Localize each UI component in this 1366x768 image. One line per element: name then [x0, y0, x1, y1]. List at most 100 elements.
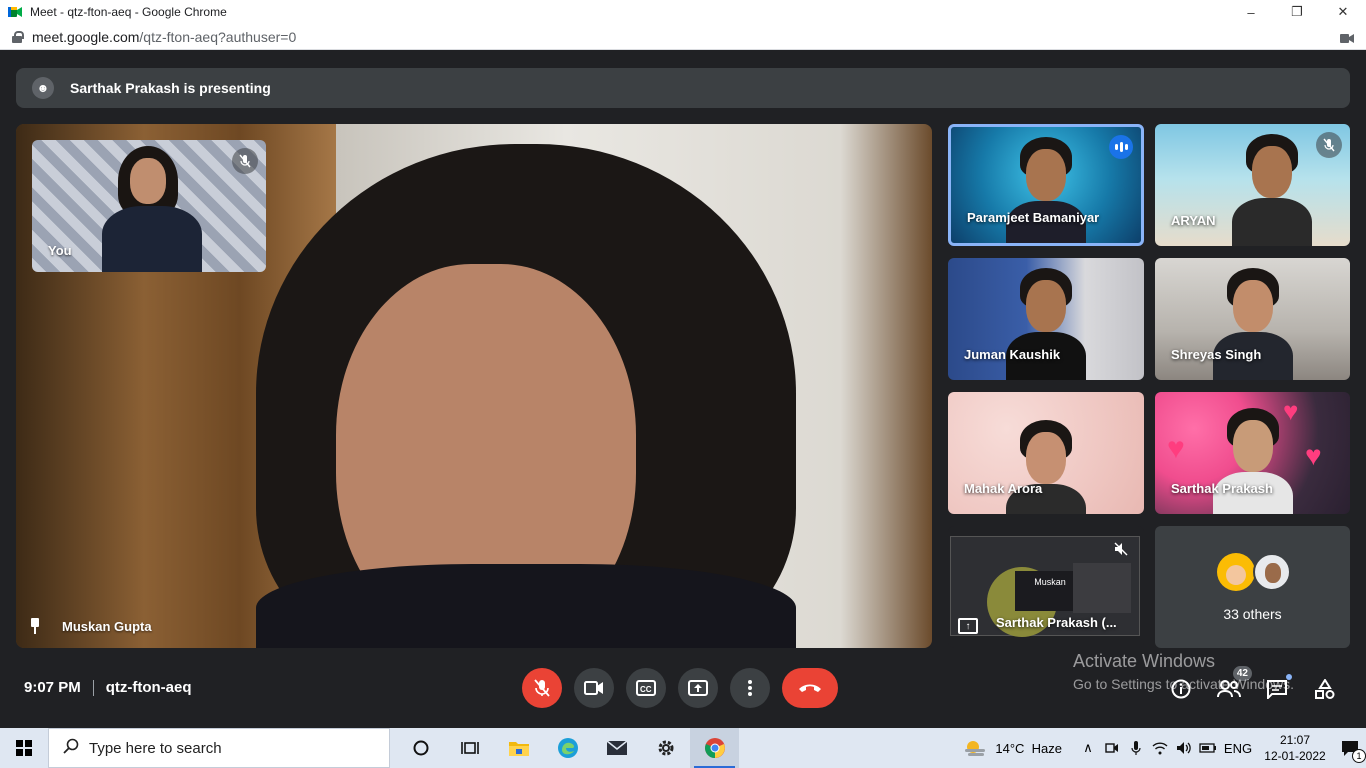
presenting-text: Sarthak Prakash is presenting: [70, 80, 271, 96]
camera-toggle-button[interactable]: [574, 668, 614, 708]
meeting-info: 9:07 PM qtz-fton-aeq: [24, 679, 192, 696]
captions-button[interactable]: CC: [626, 668, 666, 708]
search-placeholder: Type here to search: [89, 739, 222, 757]
search-icon: [63, 738, 79, 758]
participant-tile-mahak[interactable]: Mahak Arora: [948, 392, 1144, 514]
camera-permission-icon[interactable]: [1340, 31, 1354, 43]
chevron-up-icon[interactable]: ∧: [1076, 740, 1100, 756]
url-path: /qtz-fton-aeq?authuser=0: [139, 28, 297, 45]
clock-time: 21:07: [1279, 733, 1311, 747]
notification-center-button[interactable]: 1: [1334, 739, 1366, 763]
mic-muted-icon: [1316, 132, 1342, 158]
present-now-button[interactable]: [678, 668, 718, 708]
presenter-avatar-icon: ☻: [32, 77, 54, 99]
edge-icon: [557, 738, 578, 758]
system-tray: 14°C Haze ∧ ENG 21:07 12-01-2022 1: [963, 728, 1366, 768]
taskbar-clock[interactable]: 21:07 12-01-2022: [1262, 732, 1328, 764]
taskbar-search-box[interactable]: Type here to search: [48, 728, 390, 768]
participant-video: [1006, 135, 1086, 243]
participant-tile-aryan[interactable]: ARYAN: [1155, 124, 1350, 246]
participants-count-badge: 42: [1232, 666, 1252, 681]
mail-button[interactable]: [592, 728, 641, 768]
windows-logo-icon: [16, 740, 32, 756]
weather-haze-icon: [965, 741, 986, 756]
chat-button[interactable]: [1260, 674, 1294, 702]
people-icon: [1217, 680, 1241, 698]
language-indicator[interactable]: ENG: [1220, 741, 1256, 756]
weather-widget[interactable]: 14°C Haze: [963, 739, 1062, 757]
wifi-icon[interactable]: [1148, 741, 1172, 755]
participant-name: Juman Kaushik: [964, 347, 1061, 362]
closed-captions-icon: CC: [636, 680, 656, 696]
others-tile[interactable]: 33 others: [1155, 526, 1350, 648]
main-participant-label: Muskan Gupta: [62, 618, 152, 634]
meet-tray-icon[interactable]: [1100, 742, 1124, 754]
chrome-icon: [704, 738, 725, 759]
self-video: [102, 146, 202, 272]
chat-unread-dot: [1286, 674, 1292, 680]
file-explorer-button[interactable]: [494, 728, 543, 768]
volume-icon[interactable]: [1172, 741, 1196, 755]
activities-button[interactable]: [1308, 676, 1342, 702]
svg-text:CC: CC: [640, 685, 652, 694]
self-view-tile[interactable]: You: [32, 140, 266, 272]
meet-logo-icon: [8, 6, 22, 18]
mic-toggle-button[interactable]: [522, 668, 562, 708]
participant-video: [1212, 406, 1293, 514]
close-window-button[interactable]: ✕: [1320, 0, 1366, 24]
settings-button[interactable]: [641, 728, 690, 768]
pin-icon[interactable]: [28, 618, 42, 634]
battery-icon[interactable]: [1196, 743, 1220, 753]
heart-sticker-icon: ♥: [1305, 440, 1322, 471]
gear-icon: [658, 740, 673, 756]
clock-date: 12-01-2022: [1264, 749, 1326, 763]
url-host: meet.google.com: [32, 28, 140, 45]
info-icon: [1171, 679, 1191, 699]
windows-taskbar: Type here to search 14°C Haze ∧ ENG 21:0…: [0, 728, 1366, 768]
participants-button[interactable]: 42: [1212, 666, 1252, 702]
start-button[interactable]: [0, 728, 48, 768]
self-label: You: [48, 243, 72, 258]
address-bar[interactable]: meet.google.com/qtz-fton-aeq?authuser=0: [0, 24, 1366, 50]
meeting-details-button[interactable]: [1164, 676, 1198, 702]
cortana-circle-icon: [413, 740, 428, 756]
presentation-tile[interactable]: Muskan ↑ Sarthak Prakash (...: [948, 526, 1144, 648]
participant-tile-paramjeet[interactable]: Paramjeet Bamaniyar: [948, 124, 1144, 246]
participant-name: Shreyas Singh: [1171, 347, 1262, 362]
participant-name: ARYAN: [1171, 213, 1216, 228]
task-view-button[interactable]: [445, 728, 494, 768]
heart-sticker-icon: ♥: [1167, 432, 1185, 465]
mic-muted-icon: [232, 148, 258, 174]
microphone-icon[interactable]: [1124, 740, 1148, 756]
meeting-controls-bar: 9:07 PM qtz-fton-aeq CC 42: [0, 660, 1366, 720]
more-options-button[interactable]: [730, 668, 770, 708]
others-count: 33 others: [1223, 606, 1282, 622]
participant-tile-shreyas[interactable]: Shreyas Singh: [1155, 258, 1350, 380]
more-vert-icon: [748, 680, 752, 696]
chat-icon: [1267, 680, 1287, 699]
participant-video: [1006, 418, 1086, 514]
main-participant-name: Muskan Gupta: [28, 618, 152, 634]
restore-button[interactable]: ❐: [1274, 0, 1320, 24]
activities-icon: [1315, 679, 1335, 699]
notification-count: 1: [1352, 749, 1366, 763]
camera-icon: [584, 681, 603, 695]
other-avatar: [1253, 553, 1291, 591]
present-screen-icon: [688, 680, 708, 696]
cortana-button[interactable]: [396, 728, 445, 768]
mic-off-icon: [534, 679, 550, 697]
task-view-icon: [460, 742, 479, 754]
leave-call-button[interactable]: [782, 668, 838, 708]
folder-icon: [508, 742, 529, 756]
hang-up-icon: [799, 684, 821, 692]
participant-tile-sarthak[interactable]: ♥ ♥ ♥ Sarthak Prakash: [1155, 392, 1350, 514]
meeting-code: qtz-fton-aeq: [105, 679, 192, 696]
weather-text: 14°C Haze: [995, 740, 1062, 756]
participant-tile-juman[interactable]: Juman Kaushik: [948, 258, 1144, 380]
participant-name: Sarthak Prakash: [1171, 481, 1273, 496]
chrome-button[interactable]: [690, 728, 739, 768]
divider: [92, 679, 94, 696]
edge-button[interactable]: [543, 728, 592, 768]
minimize-button[interactable]: –: [1228, 0, 1274, 24]
participant-video: [1212, 266, 1293, 380]
